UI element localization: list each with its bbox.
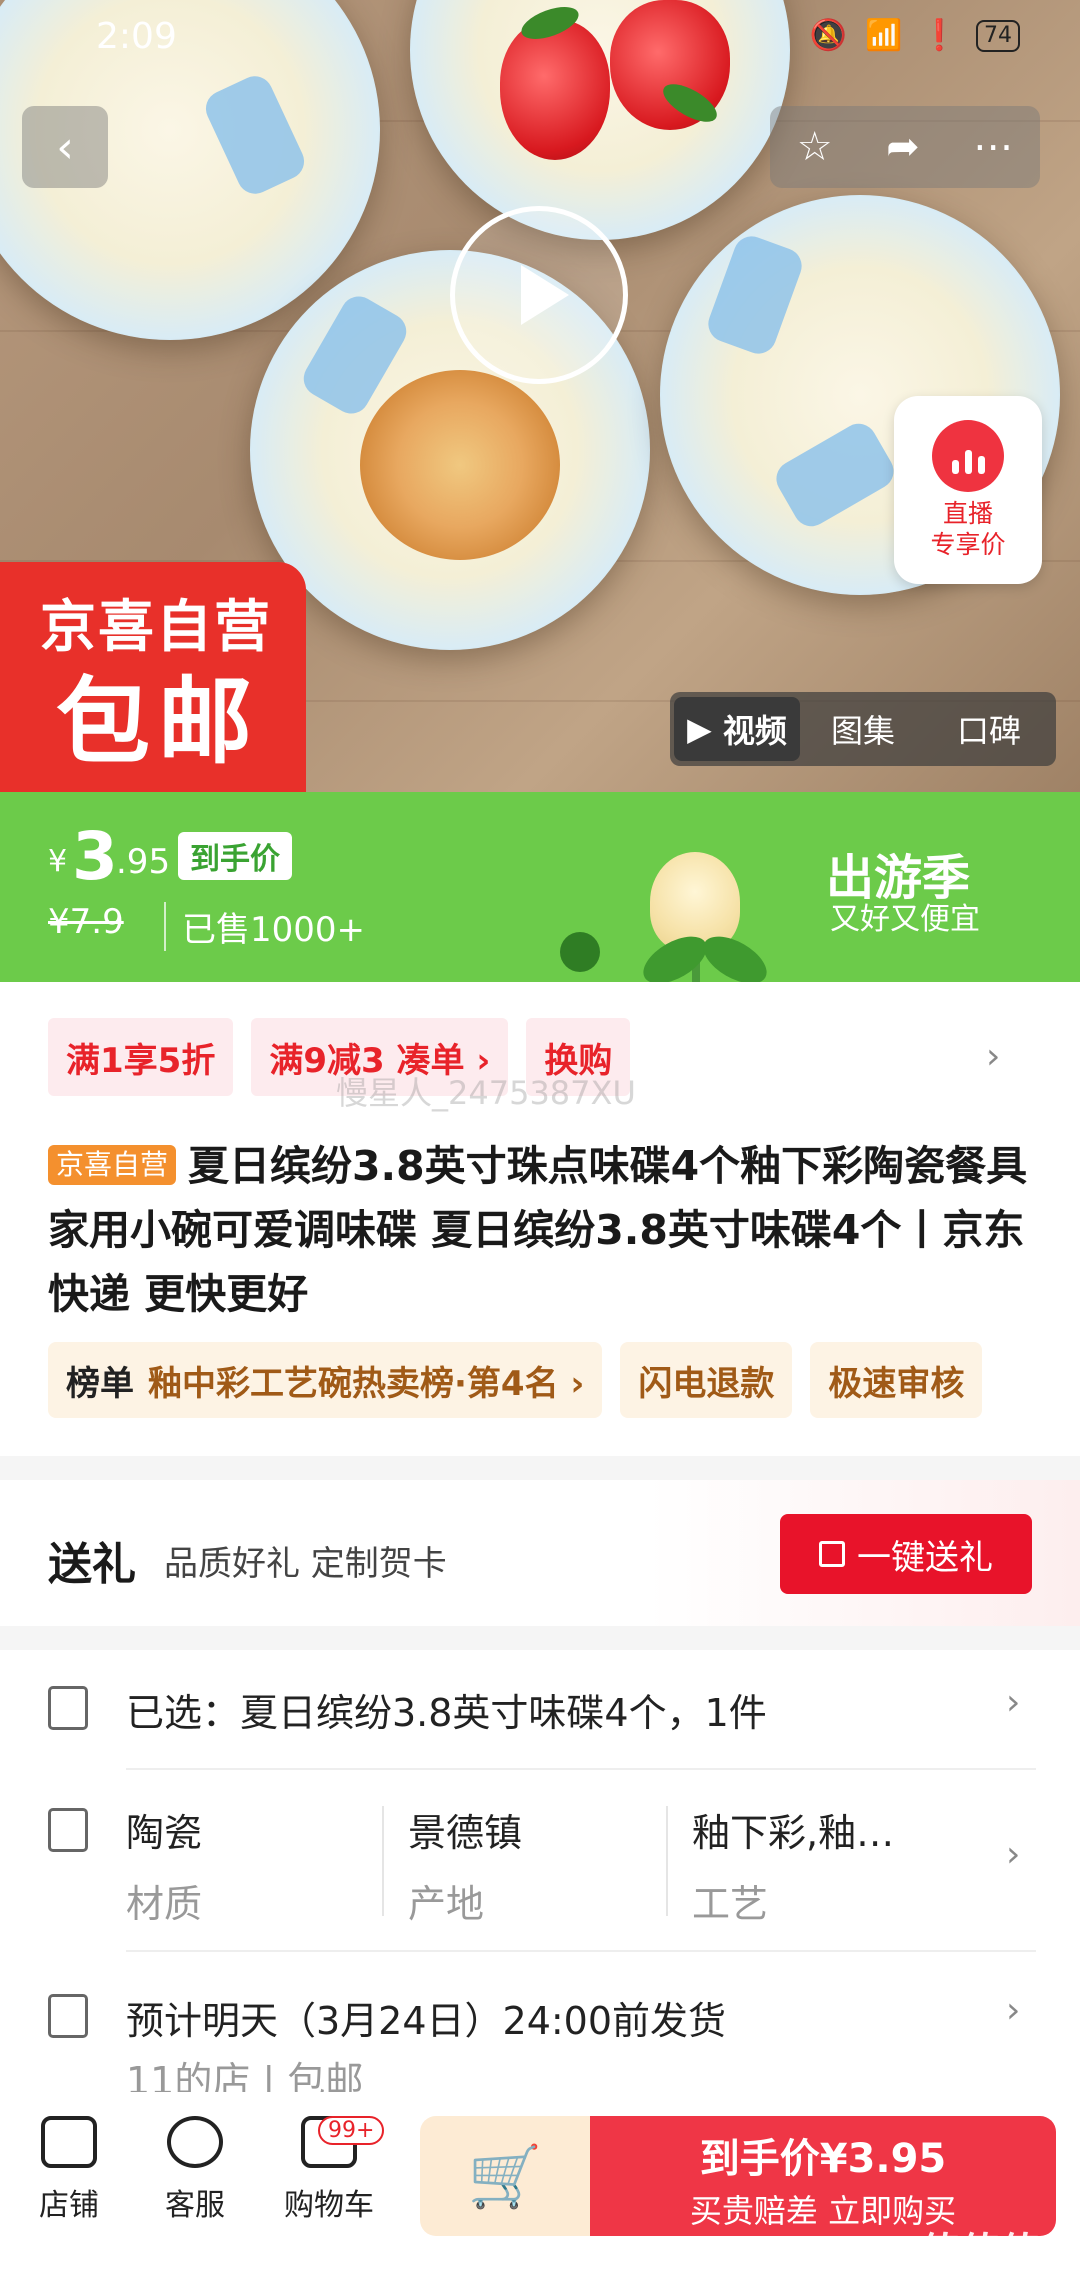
live-label-1: 直播 (942, 499, 993, 528)
shop-icon (41, 2116, 97, 2168)
shipping-chevron-icon[interactable]: › (1006, 1990, 1020, 2031)
price-banner: ¥ 3 .95 到手价 ¥7.9 已售1000+ 出游季 又好又便宜 (0, 792, 1080, 982)
tab-video[interactable]: ▶ 视频 (674, 697, 800, 761)
price-decimal: .95 (116, 842, 171, 882)
send-gift-label: 一键送礼 (857, 1537, 993, 1578)
spec-chevron-icon[interactable]: › (1006, 1834, 1020, 1875)
promo-line-2: 包邮 (56, 668, 261, 777)
product-title-text: 夏日缤纷3.8英寸珠点味碟4个釉下彩陶瓷餐具家用小碗可爱调味碟 夏日缤纷3.8英… (48, 1142, 1028, 1318)
spec-craft-value: 釉下彩,釉… (692, 1811, 895, 1855)
share-icon[interactable]: ➦ (886, 124, 920, 170)
spec-craft[interactable]: 釉下彩,釉… 工艺 (692, 1802, 894, 1928)
spec-origin-value: 景德镇 (408, 1811, 523, 1855)
gift-title: 送礼 (48, 1539, 136, 1590)
product-media[interactable]: 2:09 🔕 📶 ❗ 74 ‹ ☆ ➦ ⋯ 直播 专享价 京喜自营 包邮 ▶ 视… (0, 0, 1080, 792)
wifi-icon: 📶 (865, 18, 903, 53)
cart-count-badge: 99+ (318, 2116, 385, 2145)
play-icon (521, 265, 569, 325)
product-title: 京喜自营 夏日缤纷3.8英寸珠点味碟4个釉下彩陶瓷餐具家用小碗可爱调味碟 夏日缤纷… (48, 1134, 1048, 1326)
spec-material[interactable]: 陶瓷 材质 (126, 1802, 202, 1928)
fast-review-tag[interactable]: 极速审核 (810, 1342, 983, 1418)
star-icon[interactable]: ☆ (797, 124, 833, 170)
selected-icon (48, 1686, 88, 1730)
gift-icon (819, 1541, 845, 1567)
service-label: 客服 (165, 2188, 225, 2223)
promo-line-1: 京喜自营 (40, 595, 272, 660)
watermark: 慢星人_2475387XU (336, 1074, 636, 1112)
top-actions: ☆ ➦ ⋯ (770, 106, 1040, 188)
spec-material-key: 材质 (126, 1882, 203, 1926)
self-operated-tag: 京喜自营 (48, 1145, 177, 1185)
ranking-prefix: 榜单 (66, 1363, 134, 1404)
buy-price-label: 到手价¥3.95 (699, 2136, 947, 2182)
price-integer: 3 (72, 818, 118, 895)
spec-material-value: 陶瓷 (126, 1811, 203, 1855)
back-button[interactable]: ‹ (22, 106, 108, 188)
buy-now-button[interactable]: 到手价¥3.95 买贵赔差 立即购买 (590, 2116, 1056, 2236)
gift-section: 送礼 品质好礼 定制贺卡 一键送礼 (0, 1480, 1080, 1626)
tab-gallery[interactable]: 图集 (800, 697, 926, 761)
media-tabs: ▶ 视频 图集 口碑 (670, 692, 1056, 766)
season-subtitle: 又好又便宜 (830, 902, 980, 937)
shipping-estimate[interactable]: 预计明天（3月24日）24:00前发货 (126, 1990, 726, 2045)
customer-service-button[interactable]: 客服 (140, 2116, 250, 2224)
product-page: 2:09 🔕 📶 ❗ 74 ‹ ☆ ➦ ⋯ 直播 专享价 京喜自营 包邮 ▶ 视… (0, 0, 1080, 2280)
truck-icon (48, 1994, 88, 2038)
promo-badge: 京喜自营 包邮 (0, 562, 306, 792)
add-to-cart-button[interactable]: 🛒 (420, 2116, 590, 2236)
tab-reviews[interactable]: 口碑 (926, 697, 1052, 761)
tag-row: 榜单 釉中彩工艺碗热卖榜·第4名 › 闪电退款 极速审核 (48, 1342, 983, 1418)
final-price-badge: 到手价 (178, 832, 292, 880)
live-price-button[interactable]: 直播 专享价 (894, 396, 1042, 584)
selected-variant[interactable]: 已选：夏日缤纷3.8英寸味碟4个，1件 (126, 1682, 767, 1737)
selected-chevron-icon[interactable]: › (1006, 1682, 1020, 1723)
gift-subtitle: 品质好礼 定制贺卡 (164, 1544, 447, 1584)
mute-icon: 🔕 (809, 18, 848, 53)
send-gift-button[interactable]: 一键送礼 (780, 1514, 1032, 1594)
ranking-tag[interactable]: 榜单 釉中彩工艺碗热卖榜·第4名 › (48, 1342, 603, 1418)
sold-count: 已售1000+ (164, 902, 365, 951)
chevron-left-icon: ‹ (56, 121, 74, 173)
play-video-button[interactable] (450, 206, 628, 384)
cart-label: 购物车 (284, 2188, 374, 2223)
live-icon (932, 420, 1004, 492)
currency-symbol: ¥ (48, 844, 68, 879)
alert-icon: ❗ (920, 18, 958, 53)
spec-doc-icon (48, 1808, 88, 1852)
fast-refund-tag[interactable]: 闪电退款 (620, 1342, 793, 1418)
coupon-discount[interactable]: 满1享5折 (48, 1018, 234, 1096)
original-price: ¥7.9 (48, 902, 124, 942)
site-logo: 值值值 (920, 2230, 1040, 2276)
battery-icon: 74 (976, 19, 1020, 52)
shop-button[interactable]: 店铺 (14, 2116, 124, 2224)
bottom-action-bar: 店铺 客服 购物车 99+ 🛒 到手价¥3.95 买贵赔差 立即购买 (0, 2092, 1080, 2280)
spec-origin[interactable]: 景德镇 产地 (408, 1802, 522, 1928)
shop-label: 店铺 (39, 2188, 99, 2223)
coupon-more-chevron-icon[interactable]: › (986, 1036, 1000, 1077)
spec-origin-key: 产地 (408, 1882, 485, 1926)
add-cart-icon: 🛒 (467, 2141, 543, 2212)
status-time: 2:09 (96, 16, 177, 57)
live-label-2: 专享价 (930, 530, 1006, 559)
more-icon[interactable]: ⋯ (973, 124, 1013, 170)
status-bar: 2:09 🔕 📶 ❗ 74 (0, 0, 1080, 72)
ranking-text: 釉中彩工艺碗热卖榜·第4名 › (148, 1363, 585, 1404)
tab-video-label: 视频 (722, 712, 787, 750)
service-icon (167, 2116, 223, 2168)
spec-craft-key: 工艺 (692, 1882, 769, 1926)
